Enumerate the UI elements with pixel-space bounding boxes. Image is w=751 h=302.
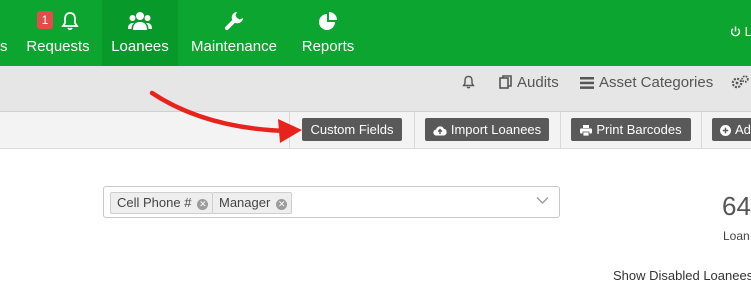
requests-count-badge: 1 [36, 11, 53, 29]
nav-item-label: Reports [301, 38, 355, 55]
bell-icon [61, 12, 79, 31]
divider [701, 112, 702, 148]
users-icon [128, 12, 152, 30]
plus-circle-icon [720, 125, 731, 136]
remove-tag-icon[interactable]: ✕ [197, 199, 209, 210]
nav-item-label: Maintenance [191, 38, 277, 55]
requests-icon-group: 1 [20, 11, 96, 31]
tag-label: Cell Phone # [117, 195, 192, 210]
notifications-button[interactable] [462, 66, 480, 111]
loanee-count: 64 [722, 191, 751, 221]
print-barcodes-button[interactable]: Print Barcodes [571, 118, 691, 141]
selected-tag-manager: Manager ✕ [212, 192, 293, 214]
list-icon [580, 77, 594, 89]
divider [289, 112, 290, 148]
audits-link[interactable]: Audits [499, 66, 559, 111]
nav-item-requests[interactable]: 1 Requests [20, 0, 96, 66]
nav-item-maintenance[interactable]: Maintenance [184, 0, 284, 66]
add-button[interactable]: Ad [712, 118, 751, 141]
custom-fields-label: Custom Fields [310, 122, 394, 137]
pie-chart-icon [319, 12, 337, 30]
nav-item-reports[interactable]: Reports [292, 0, 364, 66]
nav-item-partial[interactable]: s [0, 0, 14, 66]
selected-tag-cell-phone: Cell Phone # ✕ [110, 192, 214, 214]
chevron-down-icon[interactable] [536, 196, 549, 205]
asset-categories-link[interactable]: Asset Categories [580, 66, 713, 111]
nav-item-label: s [0, 38, 8, 55]
nav-item-label: Requests [26, 38, 90, 55]
power-icon [730, 26, 741, 37]
custom-fields-button[interactable]: Custom Fields [302, 118, 402, 141]
wrench-icon [224, 12, 243, 31]
print-icon [580, 125, 593, 137]
user-menu-label: L [744, 24, 751, 39]
gears-icon [731, 75, 749, 89]
loanee-count-label: Loan [723, 229, 750, 243]
custom-fields-multiselect[interactable]: Cell Phone # ✕ Manager ✕ [103, 186, 560, 218]
user-menu[interactable]: L [730, 24, 751, 39]
sub-toolbar: Audits Asset Categories [0, 66, 751, 112]
asset-categories-label: Asset Categories [599, 74, 714, 91]
action-button-row: Custom Fields Import Loanees Print Barco… [0, 112, 751, 149]
show-disabled-loanees-toggle-label[interactable]: Show Disabled Loanees [613, 268, 751, 283]
top-nav: s 1 Requests Loanees Maintenance Reports… [0, 0, 751, 66]
copy-icon [499, 75, 512, 89]
tag-label: Manager [219, 195, 271, 210]
remove-tag-icon[interactable]: ✕ [276, 199, 288, 210]
import-loanees-button[interactable]: Import Loanees [425, 118, 549, 141]
nav-item-loanees[interactable]: Loanees [102, 0, 178, 66]
add-label: Ad [735, 122, 751, 137]
cloud-upload-icon [433, 126, 447, 136]
audits-label: Audits [517, 74, 559, 91]
settings-button[interactable] [731, 66, 751, 111]
divider [560, 112, 561, 148]
print-barcodes-label: Print Barcodes [596, 122, 682, 137]
divider [414, 112, 415, 148]
nav-item-label: Loanees [111, 38, 169, 55]
bell-icon [462, 75, 475, 89]
import-loanees-label: Import Loanees [450, 122, 542, 137]
